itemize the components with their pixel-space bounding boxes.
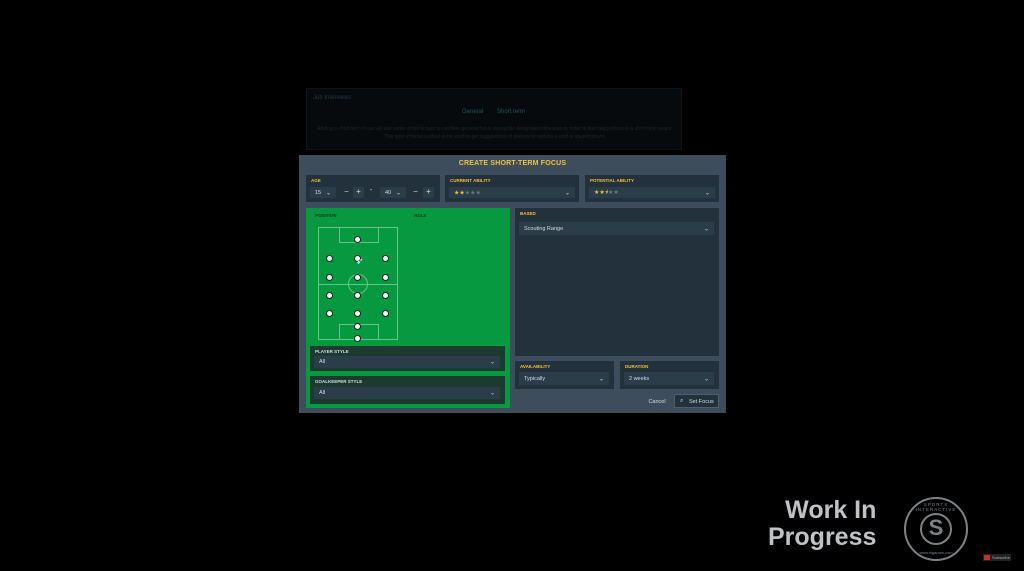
youtube-subscribe-badge[interactable]: Subscribe	[983, 554, 1011, 561]
position-toggle[interactable]	[325, 291, 333, 299]
logo-bottom-text: www.sigames.com	[919, 550, 953, 555]
current-ability-label: CURRENT ABILITY	[450, 178, 491, 183]
position-toggle[interactable]	[381, 291, 389, 299]
position-toggle[interactable]	[325, 273, 333, 281]
mouse-cursor-icon: ➶	[356, 256, 364, 266]
background-header: Job Interviews	[313, 95, 352, 101]
watermark-line-1: Work In	[785, 496, 877, 524]
set-focus-button[interactable]: ⌕ Set Focus	[674, 394, 719, 408]
chevron-down-icon: ⌄	[703, 376, 709, 382]
role-label: ROLE	[414, 213, 427, 218]
age-separator: -	[370, 187, 373, 194]
current-ability-stars: ★★★★★	[454, 189, 481, 196]
goalkeeper-style-dropdown[interactable]: All ⌄	[314, 387, 500, 399]
potential-ability-dropdown[interactable]: ★★⯨★★ ⌄	[589, 187, 715, 198]
age-max-value: 40	[385, 189, 392, 196]
availability-dropdown[interactable]: Typically ⌄	[519, 372, 609, 385]
based-label: BASED	[520, 211, 536, 216]
duration-label: DURATION	[625, 364, 649, 369]
position-toggle[interactable]	[353, 334, 361, 342]
position-toggle[interactable]	[325, 254, 333, 262]
age-max-decrease-button[interactable]: −	[410, 187, 421, 198]
watermark-line-2: Progress	[768, 523, 877, 551]
duration-value: 2 weeks	[629, 375, 650, 382]
position-toggle[interactable]	[325, 309, 333, 317]
logo-top-text: SPORTS INTERACTIVE	[915, 502, 957, 512]
position-toggle[interactable]	[353, 322, 361, 330]
position-toggle[interactable]	[381, 254, 389, 262]
background-tab-general: General	[462, 109, 484, 115]
chevron-down-icon: ⌄	[395, 190, 401, 196]
age-min-dropdown[interactable]: 15 ⌄	[310, 187, 336, 198]
goalkeeper-style-value: All	[319, 390, 326, 396]
star-icon: ★★	[454, 190, 465, 196]
age-max-increase-button[interactable]: +	[423, 187, 434, 198]
star-icon: ★★⯨	[594, 189, 608, 196]
youtube-icon	[984, 555, 990, 560]
duration-dropdown[interactable]: 2 weeks ⌄	[624, 372, 714, 385]
potential-ability-stars: ★★⯨★★	[594, 188, 619, 198]
based-dropdown[interactable]: Scouting Range ⌄	[519, 222, 714, 235]
sports-interactive-logo: SPORTS INTERACTIVE S www.sigames.com	[904, 497, 968, 561]
age-min-decrease-button[interactable]: −	[341, 187, 352, 198]
chevron-down-icon: ⌄	[489, 359, 495, 366]
chevron-down-icon: ⌄	[704, 190, 710, 196]
star-empty-icon: ★★★	[464, 190, 481, 196]
background-tabs: General Short term	[462, 109, 537, 115]
player-style-label: PLAYER STYLE	[315, 349, 349, 354]
position-toggle[interactable]	[381, 309, 389, 317]
star-empty-icon: ★★	[607, 189, 619, 196]
player-style-dropdown[interactable]: All ⌄	[314, 356, 500, 368]
potential-ability-label: POTENTIAL ABILITY	[590, 178, 635, 183]
dialog-title: CREATE SHORT-TERM FOCUS	[458, 160, 567, 167]
background-description: Adding a short term focus will ask some …	[317, 126, 673, 140]
based-value: Scouting Range	[524, 225, 564, 232]
background-tab-short-term: Short term	[497, 109, 526, 115]
youtube-subscribe-label: Subscribe	[992, 555, 1010, 560]
age-min-value: 15	[315, 189, 322, 196]
cancel-button[interactable]: Cancel	[644, 397, 670, 407]
position-toggle[interactable]	[353, 309, 361, 317]
position-toggle[interactable]	[381, 273, 389, 281]
position-toggle[interactable]	[353, 273, 361, 281]
chevron-down-icon: ⌄	[703, 226, 709, 232]
position-toggle[interactable]	[353, 291, 361, 299]
availability-value: Typically	[524, 375, 546, 382]
work-in-progress-watermark: Work In Progress	[768, 497, 876, 551]
background-panel: Job Interviews General Short term Adding…	[306, 88, 682, 150]
chevron-down-icon: ⌄	[325, 190, 331, 196]
chevron-down-icon: ⌄	[598, 376, 604, 382]
goalkeeper-style-label: GOALKEEPER STYLE	[315, 379, 363, 384]
age-min-increase-button[interactable]: +	[353, 187, 364, 198]
logo-letter: S	[928, 515, 944, 540]
chevron-down-icon: ⌄	[564, 190, 570, 196]
age-label: AGE	[311, 178, 321, 183]
chevron-down-icon: ⌄	[489, 390, 495, 397]
availability-label: AVAILABILITY	[520, 364, 551, 369]
position-toggle[interactable]	[353, 235, 361, 243]
search-icon: ⌕	[680, 398, 684, 404]
set-focus-label: Set Focus	[689, 398, 714, 405]
age-max-dropdown[interactable]: 40 ⌄	[380, 187, 406, 198]
player-style-value: All	[319, 359, 326, 365]
current-ability-dropdown[interactable]: ★★★★★ ⌄	[449, 187, 575, 198]
position-label: POSITION	[315, 213, 337, 218]
